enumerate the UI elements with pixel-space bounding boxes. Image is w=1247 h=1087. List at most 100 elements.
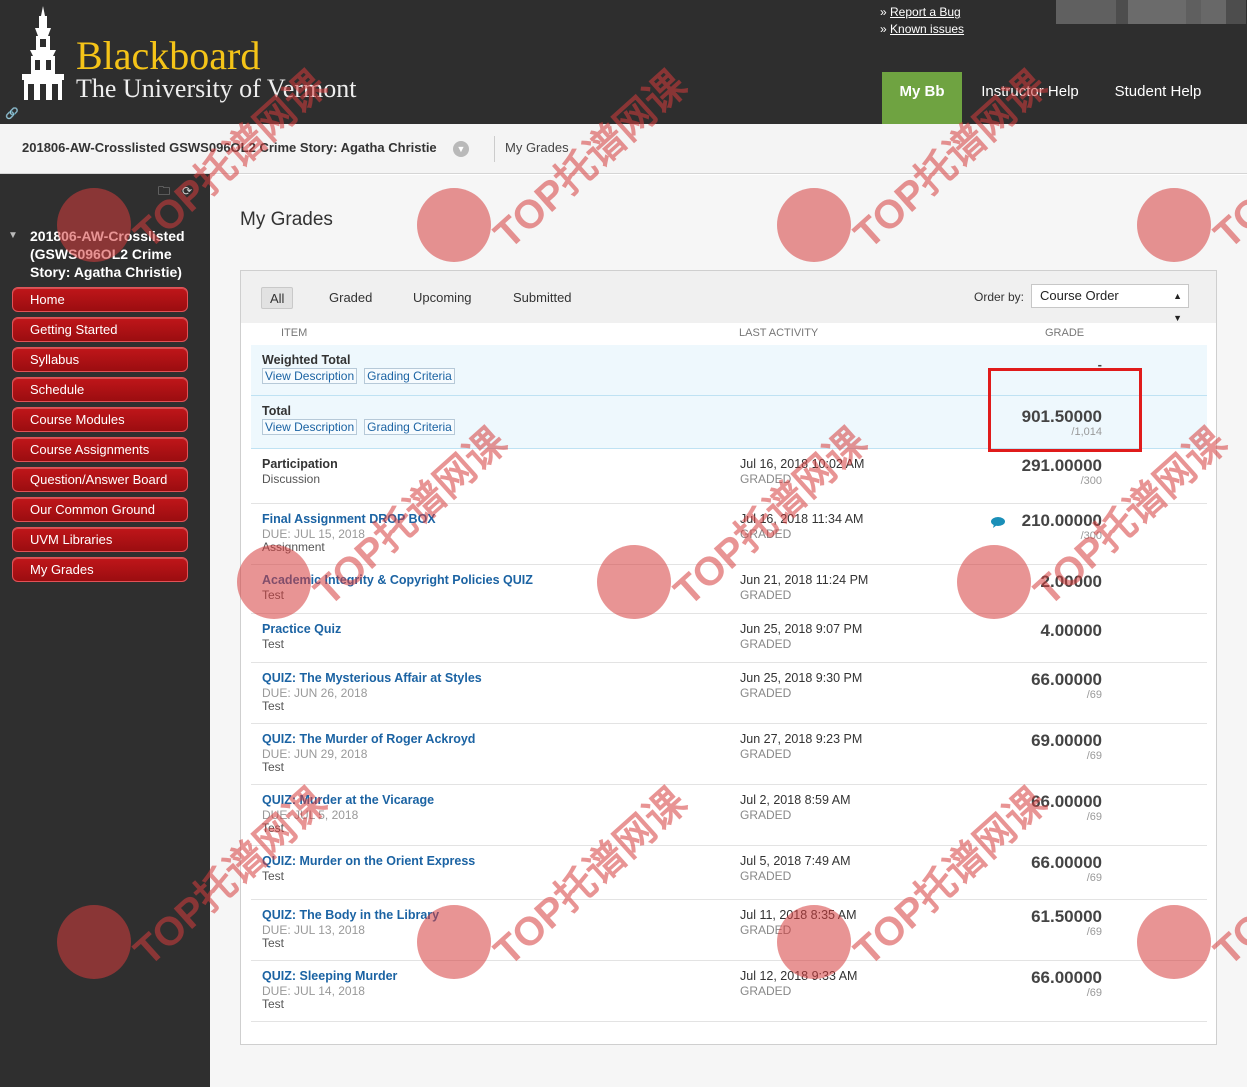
grade-possible: /69 [1086, 811, 1102, 823]
tab-student-help[interactable]: Student Help [1100, 72, 1216, 124]
grade-item-title[interactable]: Final Assignment DROP BOX [262, 512, 436, 526]
comment-icon[interactable] [991, 517, 1005, 528]
column-last-activity: LAST ACTIVITY [739, 327, 819, 339]
grade-item-actions: View Description Grading Criteria [262, 419, 462, 435]
sidebar-item-our-common-ground[interactable]: Our Common Ground [12, 497, 188, 522]
folder-icon[interactable]: 🗀 [158, 184, 170, 198]
tab-instructor-help[interactable]: Instructor Help [968, 72, 1092, 124]
grade-possible: /300 [1080, 475, 1102, 487]
grade-item-title: Participation [262, 457, 338, 471]
status-badge: GRADED [740, 747, 792, 761]
order-by-select[interactable]: Course Order ▲ ▼ [1031, 284, 1189, 323]
grade-item-type: Test [262, 997, 285, 1011]
sidebar-item-syllabus[interactable]: Syllabus [12, 347, 188, 372]
table-row: Practice Quiz Test Jun 25, 2018 9:07 PM GRA… [251, 614, 1207, 663]
grade-value: 66.00000 [1031, 853, 1102, 872]
table-row: Participation Discussion Jul 16, 2018 10:0… [251, 449, 1207, 504]
report-bug-link[interactable]: » Report a Bug [880, 5, 961, 19]
main-content: My Grades All Graded Upcoming Submitted … [210, 175, 1247, 1087]
table-row: Total View Description Grading Criteria 901… [251, 396, 1207, 449]
chevron-down-icon[interactable]: ▼ [453, 141, 469, 157]
filter-graded[interactable]: Graded [321, 287, 380, 309]
last-activity-date: Jul 2, 2018 8:59 AM [740, 793, 851, 807]
grade-possible: /69 [1086, 926, 1102, 938]
grade-item-title[interactable]: Practice Quiz [262, 622, 341, 636]
grade-item-title: Total [262, 404, 291, 418]
grade-possible: /69 [1086, 987, 1102, 999]
status-badge: GRADED [740, 869, 792, 883]
grade-value: 291.00000 [1021, 456, 1102, 475]
grade-item-due: DUE: JUN 26, 2018 [262, 686, 368, 700]
sidebar-item-home[interactable]: Home [12, 287, 188, 312]
status-badge: GRADED [740, 808, 792, 822]
collapse-arrow-icon[interactable]: ▼ [8, 230, 18, 241]
grade-item-type: Test [262, 936, 285, 950]
grading-criteria-button[interactable]: Grading Criteria [364, 368, 455, 384]
grade-value: 66.00000 [1031, 670, 1102, 689]
status-badge: GRADED [740, 588, 792, 602]
grade-item-type: Test [262, 760, 285, 774]
sidebar-item-getting-started[interactable]: Getting Started [12, 317, 188, 342]
grade-possible: /69 [1086, 689, 1102, 701]
grade-item-title: Weighted Total [262, 353, 351, 367]
grade-item-title[interactable]: QUIZ: The Murder of Roger Ackroyd [262, 732, 475, 746]
last-activity-date: Jun 25, 2018 9:07 PM [740, 622, 863, 636]
tab-my-bb[interactable]: My Bb [882, 72, 962, 124]
last-activity-date: Jul 5, 2018 7:49 AM [740, 854, 851, 868]
grade-item-title[interactable]: QUIZ: The Mysterious Affair at Styles [262, 671, 482, 685]
grades-table-header: ITEM LAST ACTIVITY GRADE [271, 323, 1187, 345]
order-by-value: Course Order [1040, 288, 1119, 303]
view-description-button[interactable]: View Description [262, 419, 358, 435]
table-row: QUIZ: Murder on the Orient Express Test Ju… [251, 846, 1207, 900]
course-menu: Home Getting Started Syllabus Schedule C… [12, 287, 188, 587]
status-badge: GRADED [740, 527, 792, 541]
sidebar-tools: 🗀 ⟳ [158, 182, 204, 203]
last-activity-date: Jul 12, 2018 9:33 AM [740, 969, 858, 983]
grade-item-type: Discussion [262, 472, 321, 486]
grade-item-due: DUE: JUL 15, 2018 [262, 527, 365, 541]
grade-value: 210.00000 [1021, 511, 1102, 530]
grade-item-type: Test [262, 869, 285, 883]
status-badge: GRADED [740, 637, 792, 651]
breadcrumb-course[interactable]: 201806-AW-Crosslisted GSWS096OL2 Crime S… [22, 140, 437, 155]
grade-item-due: DUE: JUL 14, 2018 [262, 984, 365, 998]
known-issues-link[interactable]: » Known issues [880, 22, 964, 36]
link-icon[interactable]: 🔗 [5, 107, 19, 120]
sidebar-item-my-grades[interactable]: My Grades [12, 557, 188, 582]
grade-item-title[interactable]: Academic Integrity & Copyright Policies … [262, 573, 533, 587]
grade-value: - [1097, 357, 1102, 372]
status-badge: GRADED [740, 923, 792, 937]
filter-all[interactable]: All [261, 287, 294, 309]
table-row: QUIZ: The Body in the Library DUE: JUL 13… [251, 900, 1207, 961]
last-activity: Jul 16, 2018 10:02 AM GRADED [740, 457, 864, 487]
grade-item-type: Assignment [262, 540, 325, 554]
grade-value: 66.00000 [1031, 968, 1102, 987]
sidebar-item-question-answer-board[interactable]: Question/Answer Board [12, 467, 188, 492]
last-activity: Jul 2, 2018 8:59 AM GRADED [740, 793, 851, 823]
grade-item-title[interactable]: QUIZ: Sleeping Murder [262, 969, 397, 983]
sidebar-item-schedule[interactable]: Schedule [12, 377, 188, 402]
column-grade: GRADE [1045, 327, 1085, 339]
sidebar-item-course-assignments[interactable]: Course Assignments [12, 437, 188, 462]
grade-item-title[interactable]: QUIZ: The Body in the Library [262, 908, 439, 922]
table-row: QUIZ: Sleeping Murder DUE: JUL 14, 2018 Te… [251, 961, 1207, 1022]
breadcrumb-current: My Grades [505, 140, 569, 155]
grade-item-title[interactable]: QUIZ: Murder at the Vicarage [262, 793, 434, 807]
last-activity-date: Jul 16, 2018 11:34 AM [740, 512, 864, 526]
grade-possible: /300 [1080, 530, 1102, 542]
sidebar-item-course-modules[interactable]: Course Modules [12, 407, 188, 432]
refresh-icon[interactable]: ⟳ [182, 184, 192, 198]
grade-item-type: Test [262, 699, 285, 713]
last-activity: Jun 25, 2018 9:07 PM GRADED [740, 622, 862, 652]
filter-submitted[interactable]: Submitted [505, 287, 580, 309]
user-avatar[interactable] [1056, 0, 1246, 24]
status-badge: GRADED [740, 472, 792, 486]
sidebar-item-uvm-libraries[interactable]: UVM Libraries [12, 527, 188, 552]
page-title: My Grades [240, 209, 333, 230]
grading-criteria-button[interactable]: Grading Criteria [364, 419, 455, 435]
grade-item-title[interactable]: QUIZ: Murder on the Orient Express [262, 854, 475, 868]
last-activity: Jun 25, 2018 9:30 PM GRADED [740, 671, 862, 701]
filter-upcoming[interactable]: Upcoming [405, 287, 480, 309]
view-description-button[interactable]: View Description [262, 368, 358, 384]
table-row: Weighted Total View Description Grading Cr… [251, 345, 1207, 396]
